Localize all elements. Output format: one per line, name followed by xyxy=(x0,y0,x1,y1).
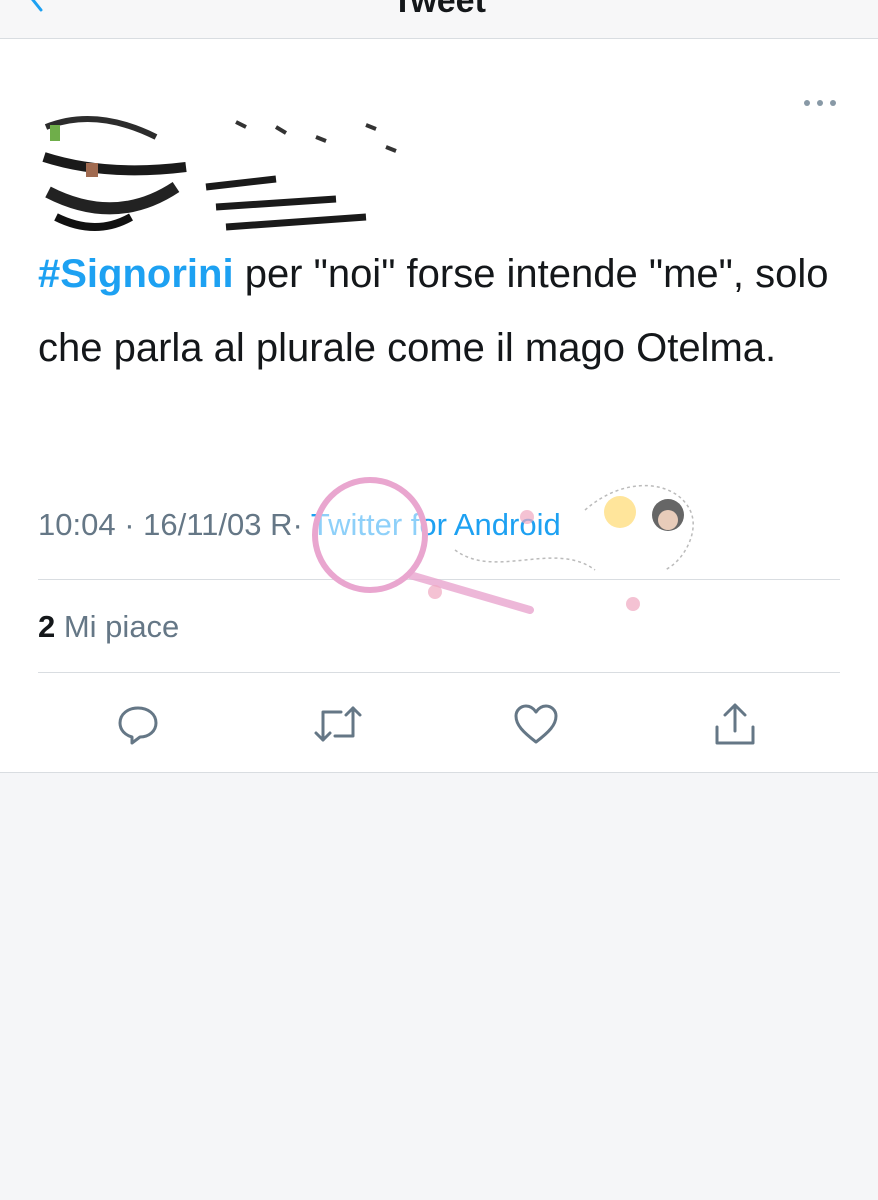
tweet-card: #Signorini per "noi" forse intende "me",… xyxy=(0,39,878,773)
tweet-actions xyxy=(38,699,840,749)
retweet-icon xyxy=(314,706,362,742)
divider xyxy=(38,579,840,580)
tweet-timestamp: 10:04 · 16/11/03 xyxy=(38,507,262,542)
likes-summary[interactable]: 2 Mi piace xyxy=(38,609,179,645)
retweet-button[interactable] xyxy=(313,699,363,749)
tweet-body: #Signorini per "noi" forse intende "me",… xyxy=(38,237,838,385)
share-button[interactable] xyxy=(710,699,760,749)
heart-icon xyxy=(514,704,558,744)
top-navigation-bar: Tweet xyxy=(0,0,878,39)
likes-count: 2 xyxy=(38,609,56,644)
source-prefix: R· xyxy=(261,507,311,542)
divider xyxy=(38,672,840,673)
redacted-user-info xyxy=(42,116,397,231)
like-button[interactable] xyxy=(511,699,561,749)
tweet-metadata: 10:04 · 16/11/03 R· Twitter for Android xyxy=(38,507,561,543)
hashtag-link[interactable]: #Signorini xyxy=(38,252,234,296)
share-icon xyxy=(715,703,755,745)
page-title: Tweet xyxy=(392,0,486,20)
likes-label: Mi piace xyxy=(55,609,180,644)
comment-icon xyxy=(118,706,158,745)
more-options-icon[interactable] xyxy=(800,95,840,111)
tweet-source-link[interactable]: Twitter for Android xyxy=(311,507,561,542)
reply-button[interactable] xyxy=(113,699,163,749)
